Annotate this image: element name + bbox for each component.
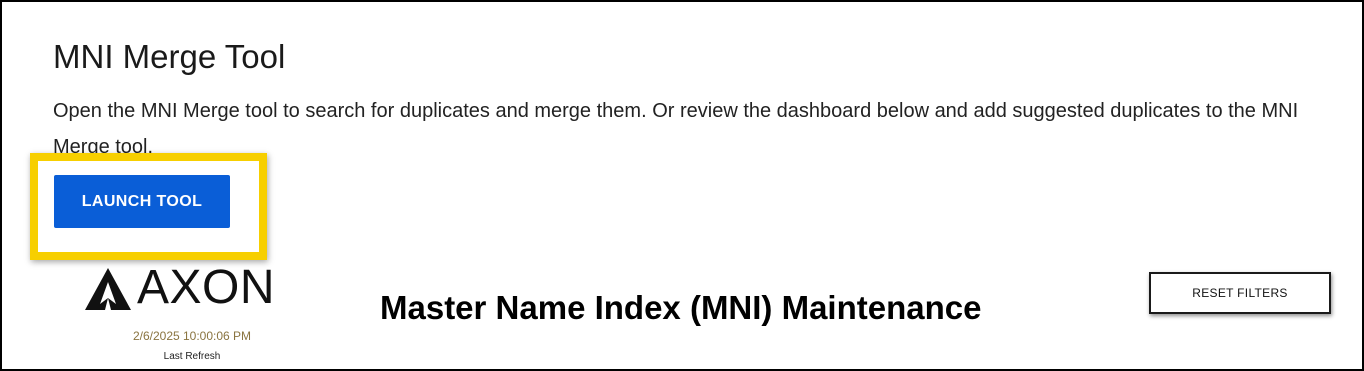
dashboard-title: Master Name Index (MNI) Maintenance bbox=[380, 289, 982, 326]
launch-tool-button[interactable]: LAUNCH TOOL bbox=[54, 175, 230, 228]
panel-frame: MNI Merge Tool Open the MNI Merge tool t… bbox=[0, 0, 1364, 371]
refresh-label: Last Refresh bbox=[163, 351, 221, 362]
axon-delta-icon bbox=[85, 268, 131, 310]
axon-logo: AXON bbox=[85, 262, 299, 314]
page-title: MNI Merge Tool bbox=[53, 38, 286, 75]
refresh-timestamp: 2/6/2025 10:00:06 PM bbox=[132, 329, 252, 343]
axon-logo-text: AXON bbox=[137, 261, 276, 314]
reset-filters-button[interactable]: RESET FILTERS bbox=[1149, 272, 1331, 314]
